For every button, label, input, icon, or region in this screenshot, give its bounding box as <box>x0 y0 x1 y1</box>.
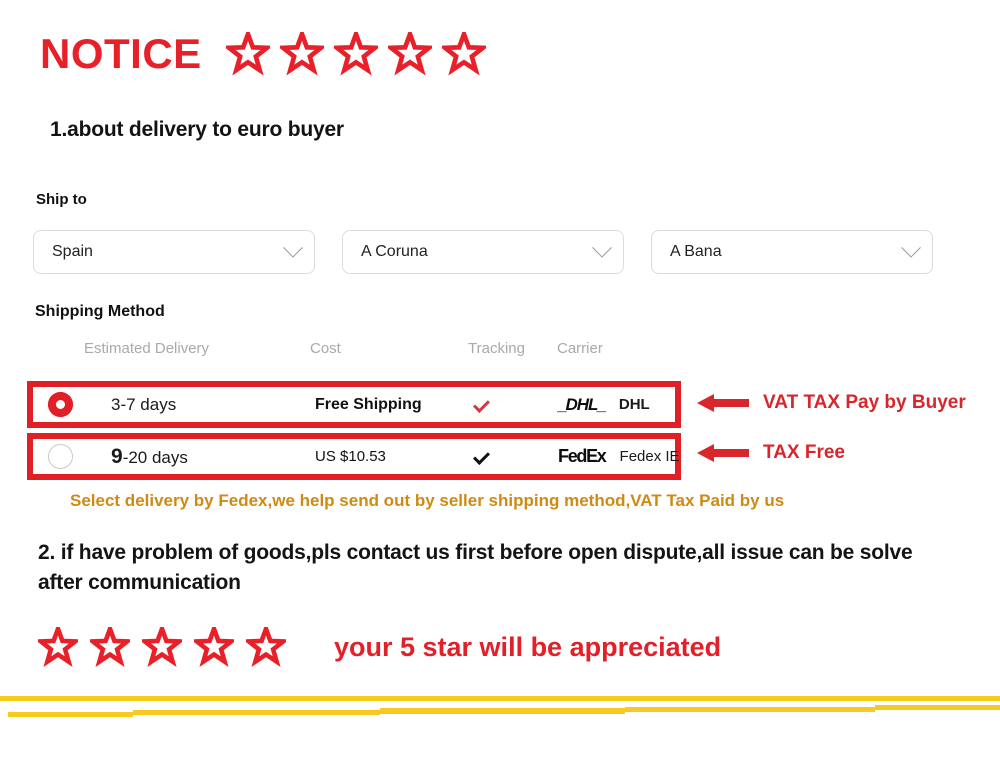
select-province-value: A Coruna <box>361 243 428 260</box>
ship-to-selects: Spain A Coruna A Bana <box>33 230 933 274</box>
column-header-tracking: Tracking <box>468 340 525 357</box>
cell-carrier: FedEx Fedex IE <box>558 446 680 467</box>
cell-carrier: _DHL_ DHL <box>558 395 650 415</box>
notice-header: NOTICE <box>40 32 486 76</box>
delivery-rest: -20 days <box>122 447 188 467</box>
star-icon <box>387 32 432 76</box>
shipping-table-headers: Estimated Delivery Cost Tracking Carrier <box>0 340 700 364</box>
shipping-option-row[interactable]: 9-20 days US $10.53 FedEx Fedex IE <box>27 433 681 480</box>
star-icon <box>333 32 378 76</box>
cell-cost: US $10.53 <box>315 448 386 465</box>
divider-bar-segment <box>625 707 875 712</box>
fedex-logo-icon: FedEx <box>558 446 607 466</box>
select-city-value: A Bana <box>670 243 722 260</box>
star-rating-top <box>225 32 486 76</box>
star-icon <box>279 32 324 76</box>
star-icon <box>441 32 486 76</box>
chevron-down-icon <box>592 237 612 258</box>
annotation-label: VAT TAX Pay by Buyer <box>763 392 966 413</box>
carrier-name: DHL <box>618 396 650 413</box>
check-icon <box>473 395 490 413</box>
annotation-label: TAX Free <box>763 442 846 463</box>
carrier-name: Fedex IE <box>619 448 680 465</box>
shipping-option-row[interactable]: 3-7 days Free Shipping _DHL_ DHL <box>27 381 681 428</box>
cell-estimated-delivery: 9-20 days <box>111 445 188 469</box>
section2-text: 2. if have problem of goods,pls contact … <box>38 541 913 594</box>
cell-tracking <box>473 395 490 414</box>
star-icon <box>194 627 234 667</box>
section1-heading: 1.about delivery to euro buyer <box>50 118 344 141</box>
delivery-rest: -7 days <box>120 394 177 414</box>
divider-bar <box>0 696 1000 701</box>
star-icon <box>225 32 270 76</box>
fedex-vat-note: Select delivery by Fedex,we help send ou… <box>70 491 785 510</box>
page-title: NOTICE <box>40 30 202 77</box>
footer-rating-line: your 5 star will be appreciated <box>38 627 721 667</box>
chevron-down-icon <box>901 237 921 258</box>
select-country-value: Spain <box>52 243 93 260</box>
cell-tracking <box>473 447 490 466</box>
radio-button-unselected[interactable] <box>48 444 73 469</box>
divider-bar-segment <box>380 708 625 714</box>
left-arrow-icon <box>697 442 749 464</box>
annotation-tax-free: TAX Free <box>697 442 845 464</box>
star-icon <box>246 627 286 667</box>
star-icon <box>38 627 78 667</box>
select-city[interactable]: A Bana <box>651 230 933 274</box>
dhl-logo-icon: _DHL_ <box>558 394 607 414</box>
divider-bar-segment <box>133 710 380 715</box>
footer-message: your 5 star will be appreciated <box>334 631 722 662</box>
divider-bar-segment <box>875 705 1000 710</box>
cell-cost: Free Shipping <box>315 395 422 413</box>
star-icon <box>142 627 182 667</box>
left-arrow-icon <box>697 392 749 414</box>
column-header-carrier: Carrier <box>557 340 603 357</box>
cell-estimated-delivery: 3-7 days <box>111 395 176 415</box>
check-icon <box>473 447 490 465</box>
select-country[interactable]: Spain <box>33 230 315 274</box>
star-icon <box>90 627 130 667</box>
star-rating-bottom <box>38 627 286 667</box>
radio-button-selected[interactable] <box>48 392 73 417</box>
ship-to-label: Ship to <box>36 191 87 208</box>
shipping-method-label: Shipping Method <box>35 303 165 320</box>
divider-bar-segment <box>8 712 133 717</box>
column-header-cost: Cost <box>310 340 341 357</box>
select-province[interactable]: A Coruna <box>342 230 624 274</box>
delivery-lead-number: 9 <box>111 444 123 468</box>
column-header-estimated-delivery: Estimated Delivery <box>84 340 210 357</box>
annotation-vat-tax: VAT TAX Pay by Buyer <box>697 392 966 414</box>
chevron-down-icon <box>283 237 303 258</box>
